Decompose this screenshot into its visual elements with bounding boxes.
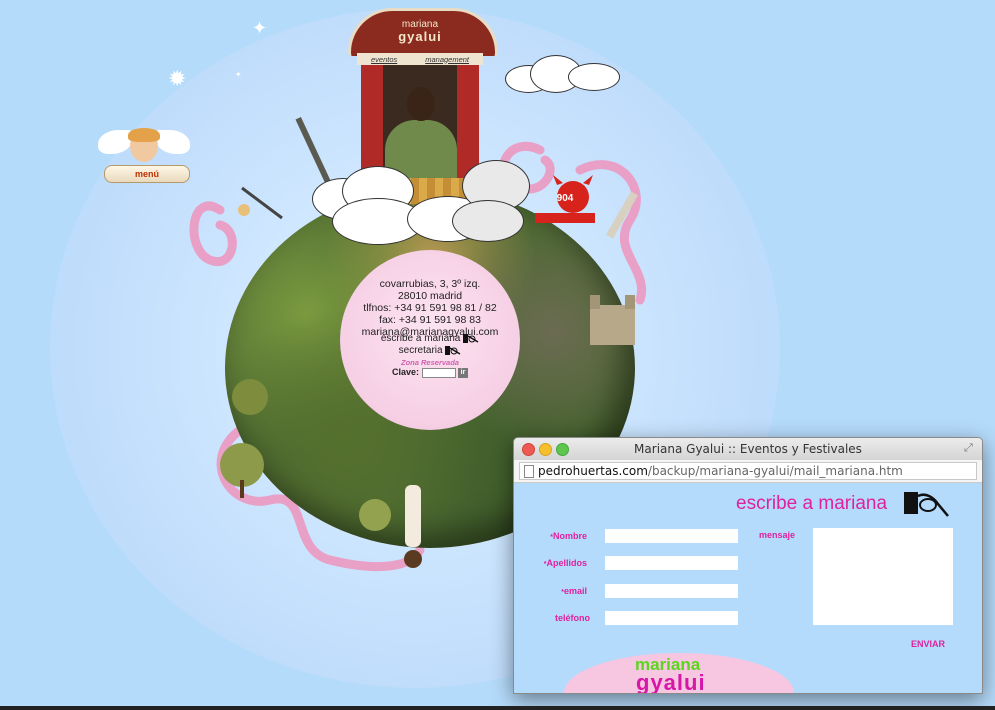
logo-line-2: gyalui (398, 29, 442, 44)
url-host: pedrohuertas.com (538, 464, 648, 478)
angel-menu: menú (98, 128, 190, 188)
site-logo: mariana gyalui (345, 20, 495, 44)
theatre-nav: eventos management (357, 53, 483, 65)
send-button[interactable]: ENVIAR (911, 639, 945, 649)
email-input[interactable] (605, 584, 738, 598)
woman-figure (404, 485, 422, 568)
url-path: /backup/mariana-gyalui/mail_mariana.htm (647, 464, 903, 478)
field-label-nombre: *Nombre (550, 531, 587, 541)
secretary-link[interactable]: secretaria (340, 345, 520, 357)
message-label: mensaje (759, 530, 796, 540)
write-to-mariana-link[interactable]: escribe a mariana (340, 333, 520, 345)
writing-hand-icon (463, 334, 479, 343)
tree-decoration (220, 443, 264, 498)
contact-form-page: escribe a mariana *Nombre *Apellidos *em… (514, 483, 982, 693)
star-icon: ✦ (252, 18, 268, 38)
nav-link-management[interactable]: management (425, 55, 469, 64)
castle-decoration (590, 295, 635, 345)
field-label-apellidos: *Apellidos (543, 558, 587, 568)
password-label: Clave: (391, 367, 419, 377)
angel-hair (128, 128, 160, 142)
nombre-input[interactable] (605, 529, 738, 543)
address-line: 28010 madrid (397, 290, 463, 302)
star-icon: ✦ (235, 70, 242, 79)
fax-line: fax: +34 91 591 98 83 (379, 314, 481, 326)
address-line: covarrubias, 3, 3º izq. (379, 278, 481, 290)
password-row: Clave: ir (340, 366, 520, 378)
contact-address: covarrubias, 3, 3º izq. 28010 madrid tlf… (340, 278, 520, 338)
nav-link-eventos[interactable]: eventos (371, 55, 397, 64)
menu-button[interactable]: menú (104, 165, 190, 183)
screen-bottom-edge (0, 706, 995, 710)
apellidos-input[interactable] (605, 556, 738, 570)
form-heading: escribe a mariana (736, 493, 888, 514)
window-title: Mariana Gyalui :: Eventos y Festivales (634, 442, 862, 456)
telefono-input[interactable] (605, 611, 738, 625)
devil-badge-icon: 904 (535, 175, 595, 223)
angel-wing-left (98, 130, 132, 154)
go-button[interactable]: ir (458, 367, 469, 378)
password-input[interactable] (421, 367, 456, 378)
star-icon: ✹ (168, 66, 187, 91)
phone-line: tlfnos: +34 91 591 98 81 / 82 (363, 302, 497, 314)
badge-number: 904 (557, 193, 574, 204)
tree-decoration (232, 379, 268, 415)
field-label-email: *email (561, 586, 587, 596)
fullscreen-icon[interactable]: ⤢ (964, 442, 976, 454)
writing-hand-icon (445, 346, 461, 355)
writing-hand-icon (904, 492, 949, 517)
field-label-telefono: teléfono (555, 613, 590, 623)
tree-decoration (359, 499, 391, 531)
message-textarea[interactable] (813, 528, 953, 625)
singer-head (407, 87, 435, 121)
secretary-link-label: secretaria (398, 345, 443, 357)
address-bar: pedrohuertas.com/backup/mariana-gyalui/m… (514, 460, 982, 483)
url-field[interactable]: pedrohuertas.com/backup/mariana-gyalui/m… (519, 462, 977, 480)
cloud-cluster (312, 160, 532, 250)
page-icon (524, 465, 534, 478)
acrobat-figure (238, 186, 283, 220)
angel-wing-right (156, 130, 190, 154)
popup-window: Mariana Gyalui :: Eventos y Festivales ⤢… (513, 437, 983, 694)
window-titlebar[interactable]: Mariana Gyalui :: Eventos y Festivales ⤢ (514, 438, 982, 461)
url-text: pedrohuertas.com/backup/mariana-gyalui/m… (538, 464, 903, 478)
popup-logo-line-2: gyalui (636, 670, 706, 693)
cloud-small (500, 55, 630, 95)
contact-panel: covarrubias, 3, 3º izq. 28010 madrid tlf… (340, 250, 520, 430)
write-link-label: escribe a mariana (380, 333, 461, 345)
